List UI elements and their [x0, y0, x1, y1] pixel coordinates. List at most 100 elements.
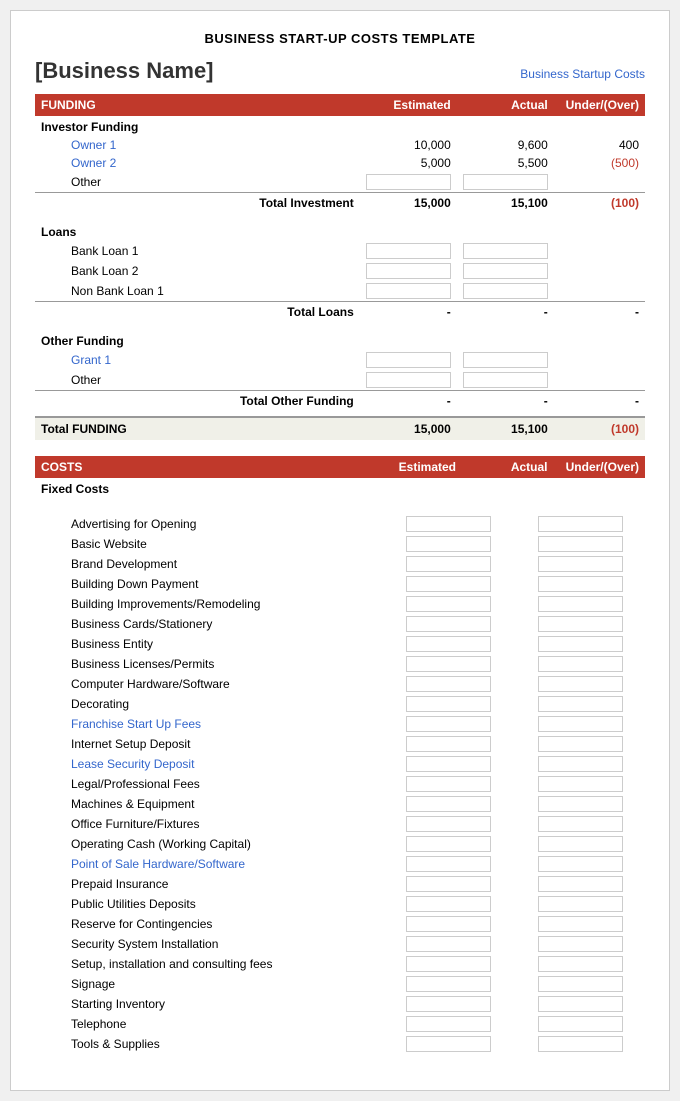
cost-item-estimated-input[interactable]: [406, 996, 491, 1012]
cost-item-actual-input[interactable]: [538, 596, 623, 612]
breadcrumb-link[interactable]: Business Startup Costs: [520, 67, 645, 81]
other-funding-label: Other Funding: [35, 330, 360, 350]
cost-item-actual-input[interactable]: [538, 976, 623, 992]
cost-item-actual-input[interactable]: [538, 796, 623, 812]
cost-item-actual-input[interactable]: [538, 1036, 623, 1052]
cost-item-estimated-input[interactable]: [406, 1016, 491, 1032]
cost-item-label: Brand Development: [35, 554, 365, 574]
cost-item-estimated-input[interactable]: [406, 1036, 491, 1052]
cost-item-estimated-input[interactable]: [406, 816, 491, 832]
funding-col-actual: Actual: [457, 94, 554, 116]
owner2-row: Owner 2 5,000 5,500 (500): [35, 154, 645, 172]
cost-item-actual-input[interactable]: [538, 636, 623, 652]
non-bank-loan1-estimated-input[interactable]: [366, 283, 451, 299]
investor-other-actual-input[interactable]: [463, 174, 548, 190]
cost-item-label: Office Furniture/Fixtures: [35, 814, 365, 834]
cost-item-row: Building Down Payment: [35, 574, 645, 594]
cost-item-estimated-input[interactable]: [406, 716, 491, 732]
cost-item-row: Machines & Equipment: [35, 794, 645, 814]
non-bank-loan1-actual-input[interactable]: [463, 283, 548, 299]
page-title: BUSINESS START-UP COSTS TEMPLATE: [35, 31, 645, 46]
funding-label: FUNDING: [35, 94, 360, 116]
funding-col-under: Under/(Over): [554, 94, 645, 116]
cost-item-actual-input[interactable]: [538, 836, 623, 852]
cost-item-actual-input[interactable]: [538, 896, 623, 912]
cost-item-label: Building Down Payment: [35, 574, 365, 594]
owner2-under: (500): [554, 154, 645, 172]
cost-item-actual-input[interactable]: [538, 536, 623, 552]
cost-item-estimated-input[interactable]: [406, 936, 491, 952]
cost-item-row: Prepaid Insurance: [35, 874, 645, 894]
owner1-estimated: 10,000: [360, 136, 457, 154]
cost-item-actual-input[interactable]: [538, 876, 623, 892]
cost-item-estimated-input[interactable]: [406, 616, 491, 632]
cost-item-actual-input[interactable]: [538, 676, 623, 692]
cost-item-estimated-input[interactable]: [406, 856, 491, 872]
cost-item-estimated-input[interactable]: [406, 976, 491, 992]
total-other-funding-label: Total Other Funding: [35, 391, 360, 412]
cost-item-estimated-input[interactable]: [406, 836, 491, 852]
costs-items-container: Advertising for OpeningBasic WebsiteBran…: [35, 514, 645, 1054]
cost-item-actual-input[interactable]: [538, 816, 623, 832]
cost-item-actual-input[interactable]: [538, 696, 623, 712]
cost-item-estimated-input[interactable]: [406, 636, 491, 652]
cost-item-actual-input[interactable]: [538, 716, 623, 732]
cost-item-actual-input[interactable]: [538, 856, 623, 872]
cost-item-estimated-input[interactable]: [406, 756, 491, 772]
cost-item-estimated-input[interactable]: [406, 536, 491, 552]
cost-item-actual-input[interactable]: [538, 936, 623, 952]
total-investment-label: Total Investment: [35, 193, 360, 214]
bank-loan2-estimated-input[interactable]: [366, 263, 451, 279]
cost-item-under: [629, 574, 645, 594]
cost-item-estimated-input[interactable]: [406, 796, 491, 812]
cost-item-label: Business Cards/Stationery: [35, 614, 365, 634]
other-funding-actual-input[interactable]: [463, 372, 548, 388]
cost-item-estimated-input[interactable]: [406, 676, 491, 692]
cost-item-row: Operating Cash (Working Capital): [35, 834, 645, 854]
cost-item-actual-input[interactable]: [538, 916, 623, 932]
cost-item-under: [629, 634, 645, 654]
grant1-actual-input[interactable]: [463, 352, 548, 368]
cost-item-actual-input[interactable]: [538, 756, 623, 772]
cost-item-estimated-input[interactable]: [406, 556, 491, 572]
cost-item-estimated-input[interactable]: [406, 696, 491, 712]
cost-item-actual-input[interactable]: [538, 576, 623, 592]
bank-loan2-label: Bank Loan 2: [35, 261, 360, 281]
cost-item-actual-input[interactable]: [538, 956, 623, 972]
bank-loan2-actual-input[interactable]: [463, 263, 548, 279]
cost-item-estimated-input[interactable]: [406, 516, 491, 532]
cost-item-under: [629, 774, 645, 794]
cost-item-actual-input[interactable]: [538, 1016, 623, 1032]
cost-item-actual-input[interactable]: [538, 736, 623, 752]
cost-item-estimated-input[interactable]: [406, 576, 491, 592]
bank-loan1-actual-input[interactable]: [463, 243, 548, 259]
cost-item-estimated-input[interactable]: [406, 656, 491, 672]
cost-item-actual-input[interactable]: [538, 656, 623, 672]
grant1-estimated-input[interactable]: [366, 352, 451, 368]
cost-item-label: Prepaid Insurance: [35, 874, 365, 894]
cost-item-estimated-input[interactable]: [406, 736, 491, 752]
cost-item-estimated-input[interactable]: [406, 876, 491, 892]
cost-item-estimated-input[interactable]: [406, 596, 491, 612]
cost-item-estimated-input[interactable]: [406, 896, 491, 912]
cost-item-actual-input[interactable]: [538, 516, 623, 532]
bank-loan1-estimated-input[interactable]: [366, 243, 451, 259]
cost-item-estimated-input[interactable]: [406, 916, 491, 932]
cost-item-under: [629, 554, 645, 574]
cost-item-under: [629, 534, 645, 554]
cost-item-under: [629, 994, 645, 1014]
total-other-funding-row: Total Other Funding - - -: [35, 391, 645, 412]
cost-item-actual-input[interactable]: [538, 556, 623, 572]
cost-item-row: Signage: [35, 974, 645, 994]
other-funding-header: Other Funding: [35, 330, 645, 350]
cost-item-actual-input[interactable]: [538, 996, 623, 1012]
cost-item-actual-input[interactable]: [538, 616, 623, 632]
cost-item-estimated-input[interactable]: [406, 776, 491, 792]
cost-item-estimated-input[interactable]: [406, 956, 491, 972]
cost-item-under: [629, 1034, 645, 1054]
investor-other-estimated-input[interactable]: [366, 174, 451, 190]
cost-item-actual-input[interactable]: [538, 776, 623, 792]
other-funding-estimated-input[interactable]: [366, 372, 451, 388]
cost-item-label: Public Utilities Deposits: [35, 894, 365, 914]
non-bank-loan1-row: Non Bank Loan 1: [35, 281, 645, 302]
